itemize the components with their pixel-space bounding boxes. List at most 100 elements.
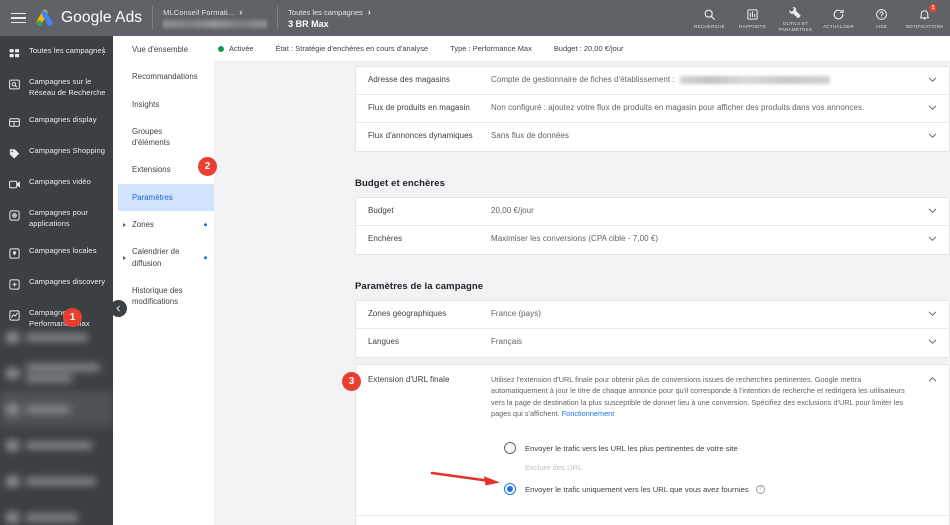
sidebar-item-insights[interactable]: Insights — [118, 91, 214, 118]
chevron-down-icon — [928, 77, 936, 82]
nav-label: Groupes d'éléments — [132, 126, 170, 148]
question-mark-icon[interactable]: ? — [755, 484, 765, 494]
sidebar-item-search-campaigns[interactable]: Campagnes sur le Réseau de Recherche — [0, 68, 113, 106]
expand-row-button[interactable] — [915, 130, 949, 141]
sidebar-item-label: Campagnes pour applications — [29, 208, 88, 228]
tools-label: OUTILS ET PARAMÈTRES — [778, 20, 813, 32]
sidebar-item-ad-schedule[interactable]: Calendrier de diffusion — [118, 238, 214, 277]
expand-row-button[interactable] — [915, 102, 949, 113]
sidebar-item-overview[interactable]: Vue d'ensemble — [118, 36, 214, 63]
url-expansion-label: Extension d'URL finale — [368, 375, 450, 384]
status-etat: État : Stratégie d'enchères en cours d'a… — [275, 44, 429, 53]
expand-row-button[interactable] — [915, 74, 949, 85]
campaign-breadcrumb[interactable]: Toutes les campagnes › 3 BR Max — [288, 7, 371, 29]
status-budget: Budget : 20,00 €/jour — [553, 44, 624, 53]
nav-label: Paramètres — [132, 192, 173, 202]
display-icon — [6, 115, 22, 129]
pointer-arrow-annotation — [430, 471, 500, 486]
radio-button-unselected[interactable] — [504, 442, 516, 455]
collapse-section-button[interactable] — [915, 374, 949, 385]
refresh-label: ACTUALISER — [823, 23, 854, 29]
sidebar-item-discovery-campaigns[interactable]: Campagnes discovery — [0, 268, 113, 299]
chevron-down-icon — [928, 208, 936, 213]
primary-sidebar: Toutes les campagnes ⋮ Campagnes sur le … — [0, 36, 113, 525]
expand-row-button[interactable] — [915, 233, 949, 244]
row-value: Sans flux de données — [491, 131, 569, 140]
expand-row-button[interactable] — [915, 308, 949, 319]
account-selector[interactable]: MLConseil Formati... › — [163, 7, 268, 28]
url-expansion-header[interactable]: Extension d'URL finale Utilisez l'extens… — [356, 365, 949, 428]
setting-row-store-address[interactable]: Adresse des magasins Compte de gestionna… — [356, 67, 949, 95]
setting-row-locations[interactable]: Zones géographiques France (pays) — [356, 301, 949, 329]
reports-label: RAPPORTS — [739, 23, 766, 29]
settings-pane: Adresse des magasins Compte de gestionna… — [355, 62, 950, 525]
chevron-down-icon — [928, 311, 936, 316]
radio-option-only-provided[interactable]: Envoyer le trafic uniquement vers les UR… — [504, 477, 949, 501]
annotation-badge-2: 2 — [198, 157, 217, 176]
reports-button[interactable]: RAPPORTS — [731, 0, 774, 36]
refresh-button[interactable]: ACTUALISER — [817, 0, 860, 36]
divider — [152, 6, 154, 30]
radio-option-most-relevant[interactable]: Envoyer le trafic vers les URL les plus … — [504, 436, 949, 460]
refresh-icon — [832, 7, 845, 22]
sidebar-item-local-campaigns[interactable]: Campagnes locales — [0, 237, 113, 268]
badge-number: 3 — [348, 376, 355, 387]
sidebar-item-display-campaigns[interactable]: Campagnes display — [0, 106, 113, 137]
chevron-right-icon: › — [239, 7, 243, 17]
nav-label: Calendrier de diffusion — [132, 247, 180, 268]
settings-scroll-area[interactable]: Adresse des magasins Compte de gestionna… — [214, 62, 950, 525]
sidebar-item-all-campaigns[interactable]: Toutes les campagnes ⋮ — [0, 36, 113, 68]
campaign-status-bar: Activée État : Stratégie d'enchères en c… — [214, 36, 950, 62]
sidebar-item-zones[interactable]: Zones — [118, 211, 214, 238]
sidebar-item-label: Campagnes discovery — [29, 277, 106, 286]
main-content: Activée État : Stratégie d'enchères en c… — [214, 36, 950, 525]
sidebar-item-label: Campagnes sur le Réseau de Recherche — [29, 77, 106, 97]
sidebar-item-shopping-campaigns[interactable]: Campagnes Shopping — [0, 137, 113, 168]
radio-label: Envoyer le trafic uniquement vers les UR… — [525, 484, 749, 494]
google-ads-logo[interactable]: Google Ads — [34, 9, 142, 28]
setting-row-dynamic-ad-feed[interactable]: Flux d'annonces dynamiques Sans flux de … — [356, 123, 949, 151]
chevron-down-icon — [928, 133, 936, 138]
nav-label: Vue d'ensemble — [132, 45, 189, 54]
expand-row-button[interactable] — [915, 205, 949, 216]
sidebar-item-asset-groups[interactable]: Groupes d'éléments — [118, 118, 214, 157]
search-button[interactable]: RECHERCHE — [688, 0, 731, 36]
row-value: Non configuré : ajoutez votre flux de pr… — [491, 103, 865, 112]
status-dot — [203, 222, 207, 227]
video-icon — [6, 177, 22, 191]
row-label: Flux de produits en magasin — [368, 103, 470, 112]
sidebar-item-label: Campagnes vidéo — [29, 177, 91, 186]
google-ads-logo-icon — [36, 9, 53, 26]
row-label: Zones géographiques — [368, 309, 447, 318]
notifications-button[interactable]: 1 NOTIFICATIONS — [903, 0, 946, 36]
exclude-urls-action[interactable]: Exclure des URL — [504, 460, 949, 477]
section-title-campaign-settings: Paramètres de la campagne — [355, 281, 484, 292]
row-value: Compte de gestionnaire de fiches d'établ… — [491, 74, 915, 86]
sidebar-item-app-campaigns[interactable]: Campagnes pour applications — [0, 199, 113, 237]
setting-row-store-product-feed[interactable]: Flux de produits en magasin Non configur… — [356, 95, 949, 123]
hamburger-icon[interactable] — [6, 12, 32, 24]
how-it-works-link[interactable]: Fonctionnement — [562, 409, 615, 418]
sidebar-item-recommendations[interactable]: Recommandations — [118, 63, 214, 90]
help-label: AIDE — [875, 23, 888, 29]
app-icon — [6, 208, 22, 222]
discovery-icon — [6, 277, 22, 291]
sidebar-item-parametres[interactable]: Paramètres — [118, 183, 214, 212]
sidebar-collapse-button[interactable] — [110, 300, 127, 317]
setting-row-budget[interactable]: Budget 20,00 €/jour — [356, 198, 949, 226]
radio-label: Envoyer le trafic vers les URL les plus … — [525, 443, 738, 453]
sidebar-item-change-history[interactable]: Historique des modifications — [118, 277, 214, 316]
sidebar-item-label: Campagnes Shopping — [29, 146, 106, 155]
breadcrumb-label: Toutes les campagnes — [288, 7, 363, 17]
setting-row-languages[interactable]: Langues Français — [356, 329, 949, 357]
expand-row-button[interactable] — [915, 336, 949, 347]
overflow-menu-icon[interactable]: ⋮ — [99, 47, 108, 56]
setting-row-bidding[interactable]: Enchères Maximiser les conversions (CPA … — [356, 226, 949, 254]
sidebar-item-video-campaigns[interactable]: Campagnes vidéo — [0, 168, 113, 199]
account-id-redacted — [163, 20, 268, 28]
tools-settings-button[interactable]: OUTILS ET PARAMÈTRES — [774, 0, 817, 36]
row-label: Enchères — [368, 234, 403, 243]
reports-chart-icon — [746, 7, 759, 22]
notifications-label: NOTIFICATIONS — [905, 23, 944, 29]
help-button[interactable]: AIDE — [860, 0, 903, 36]
